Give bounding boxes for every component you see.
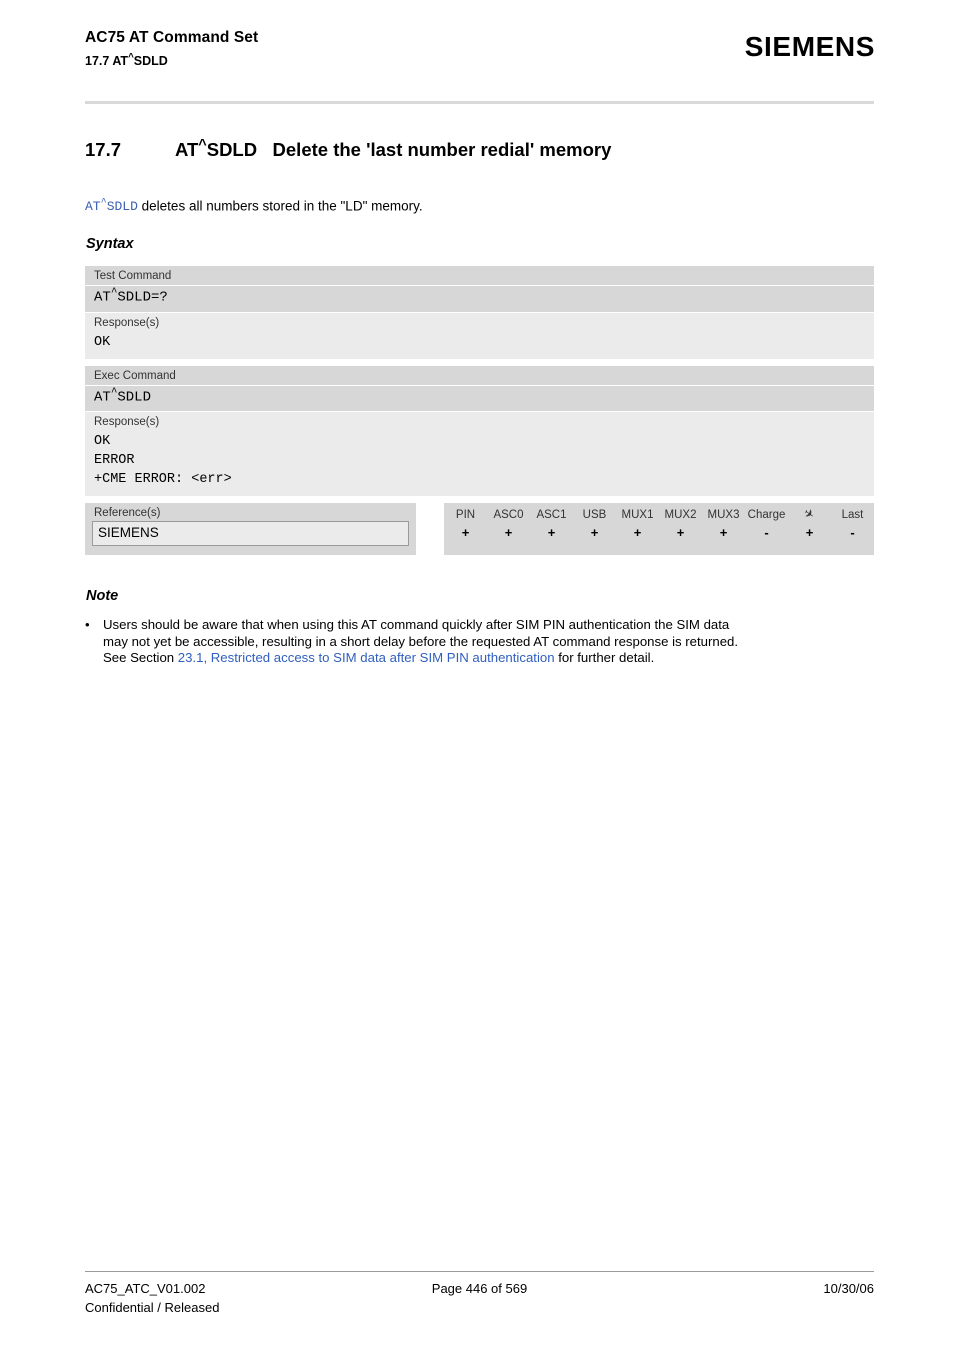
note-label: Note bbox=[86, 588, 119, 604]
note-bullet: • bbox=[85, 617, 90, 632]
exec-command-value: AT^SDLD bbox=[85, 385, 874, 412]
intro-paragraph: AT^SDLD deletes all numbers stored in th… bbox=[85, 195, 875, 216]
support-val-mux2: + bbox=[676, 525, 685, 540]
reference-value: SIEMENS bbox=[92, 521, 409, 546]
cross-reference-link[interactable]: 23.1, Restricted access to SIM data afte… bbox=[178, 650, 555, 665]
support-col-charge: Charge bbox=[747, 508, 786, 521]
support-table: PIN ASC0 ASC1 USB MUX1 MUX2 MUX3 Charge … bbox=[444, 503, 874, 546]
support-val-charge: - bbox=[764, 525, 769, 540]
response-line: +CME ERROR: <err> bbox=[94, 472, 232, 488]
syntax-label: Syntax bbox=[86, 236, 134, 252]
support-col-asc1: ASC1 bbox=[536, 508, 567, 521]
exec-response-label: Response(s) bbox=[85, 411, 874, 432]
support-val-asc1: + bbox=[547, 525, 556, 540]
test-command-label: Test Command bbox=[85, 266, 874, 286]
support-val-mux3: + bbox=[719, 525, 728, 540]
support-col-usb: USB bbox=[582, 508, 607, 521]
support-col-asc0: ASC0 bbox=[493, 508, 524, 521]
response-line: OK bbox=[94, 434, 111, 450]
test-response-label: Response(s) bbox=[85, 311, 874, 332]
support-col-pin: PIN bbox=[455, 508, 476, 521]
reference-label: Reference(s) bbox=[94, 507, 161, 519]
response-line: OK bbox=[94, 334, 111, 350]
footer-divider bbox=[85, 1271, 874, 1272]
note-line-1: Users should be aware that when using th… bbox=[103, 617, 730, 632]
support-val-last: - bbox=[850, 525, 855, 540]
support-col-last: Last bbox=[841, 508, 864, 521]
note-line-2: may not yet be accessible, resulting in … bbox=[103, 633, 739, 649]
support-col-mux1: MUX1 bbox=[621, 508, 654, 521]
support-val-airplane: + bbox=[805, 525, 814, 540]
section-title: Delete the 'last number redial' memory bbox=[272, 139, 612, 161]
footer-status: Confidential / Released bbox=[85, 1300, 220, 1315]
reference-panel: Reference(s) SIEMENS bbox=[85, 503, 416, 555]
syntax-block-exec: Exec Command AT^SDLD Response(s) OK ERRO… bbox=[85, 365, 874, 497]
page-title: 17.7 AT^SDLD Delete the 'last number redi… bbox=[85, 137, 885, 161]
exec-command-label: Exec Command bbox=[85, 365, 874, 386]
syntax-tables: Test Command AT^SDLD=? Response(s) OK Ex… bbox=[85, 266, 874, 497]
footer-row-1: AC75_ATC_V01.002 Page 446 of 569 10/30/0… bbox=[85, 1281, 874, 1300]
test-command-value: AT^SDLD=? bbox=[85, 286, 874, 312]
section-command: AT^SDLD bbox=[175, 137, 258, 161]
page-header: AC75 AT Command Set 17.7 AT^SDLD SIEMENS bbox=[85, 28, 875, 70]
header-divider bbox=[85, 101, 874, 104]
siemens-logo: SIEMENS bbox=[744, 31, 875, 62]
document-title: AC75 AT Command Set bbox=[85, 29, 259, 46]
intro-command: AT^SDLD bbox=[85, 198, 138, 215]
support-val-mux1: + bbox=[633, 525, 642, 540]
footer-page-number: Page 446 of 569 bbox=[431, 1281, 528, 1296]
exec-response-block: OK ERROR +CME ERROR: <err> bbox=[85, 431, 874, 497]
page-footer: AC75_ATC_V01.002 Page 446 of 569 10/30/0… bbox=[85, 1281, 874, 1319]
support-val-usb: + bbox=[590, 525, 599, 540]
note-line-3-post: for further detail. bbox=[554, 650, 655, 665]
support-val-asc0: + bbox=[504, 525, 513, 540]
reference-support-row: Reference(s) SIEMENS PIN ASC0 ASC1 USB M… bbox=[85, 503, 874, 555]
support-col-mux2: MUX2 bbox=[664, 508, 697, 521]
syntax-block-gap bbox=[85, 358, 874, 366]
syntax-block-test: Test Command AT^SDLD=? Response(s) OK bbox=[85, 266, 874, 359]
support-val-pin: + bbox=[461, 525, 470, 540]
header-section-ref: 17.7 AT^SDLD bbox=[85, 52, 168, 69]
document-page: AC75 AT Command Set 17.7 AT^SDLD SIEMENS… bbox=[0, 0, 954, 1351]
airplane-icon: ✈ bbox=[801, 505, 818, 523]
support-col-mux3: MUX3 bbox=[707, 508, 740, 521]
support-matrix: PIN ASC0 ASC1 USB MUX1 MUX2 MUX3 Charge … bbox=[444, 503, 874, 555]
note-block: • Users should be aware that when using … bbox=[85, 617, 875, 667]
footer-row-2: Confidential / Released bbox=[85, 1300, 874, 1319]
response-line: ERROR bbox=[94, 453, 135, 469]
note-text: Users should be aware that when using th… bbox=[103, 617, 875, 667]
support-header-row: PIN ASC0 ASC1 USB MUX1 MUX2 MUX3 Charge … bbox=[444, 503, 874, 523]
intro-text: deletes all numbers stored in the "LD" m… bbox=[137, 198, 423, 214]
support-value-row: + + + + + + + - + - bbox=[444, 523, 874, 546]
header-text-group: AC75 AT Command Set 17.7 AT^SDLD bbox=[85, 28, 258, 70]
note-line-3-pre: See Section bbox=[103, 650, 178, 665]
footer-date: 10/30/06 bbox=[823, 1281, 874, 1296]
section-number: 17.7 bbox=[85, 139, 122, 161]
test-response-block: OK bbox=[85, 331, 874, 359]
